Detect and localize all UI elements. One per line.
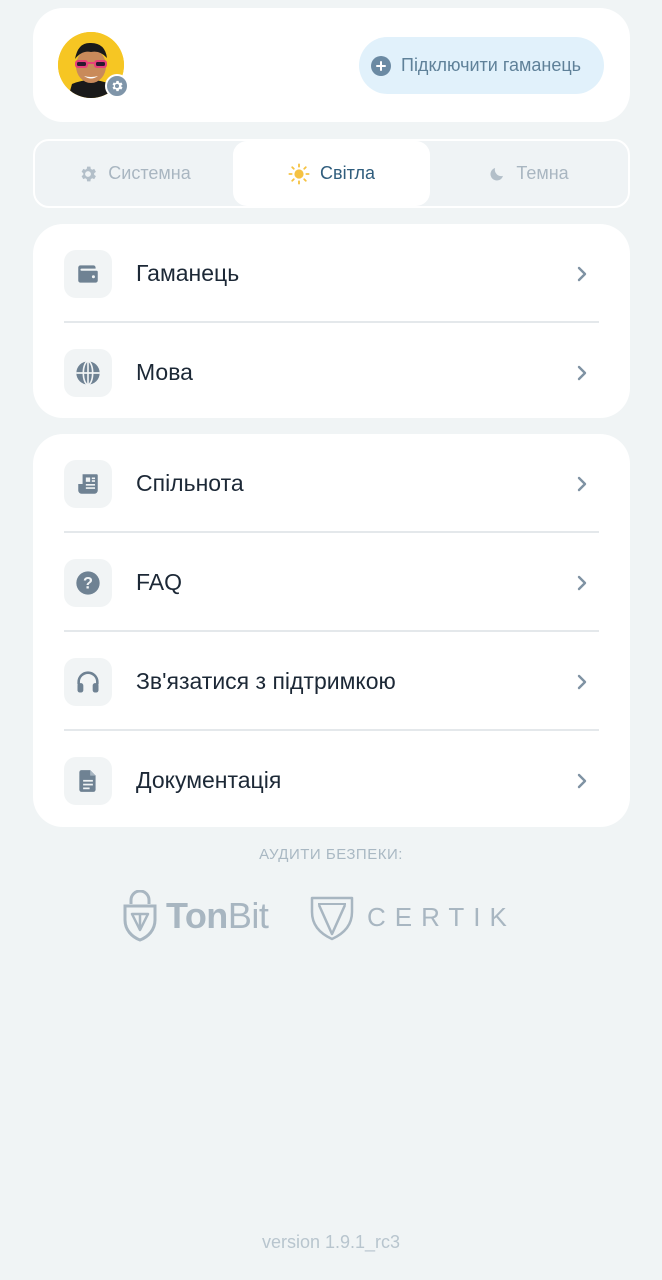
menu-item-label: Спільнота bbox=[136, 470, 244, 496]
security-audit-logos: TonBit CERTIK bbox=[0, 888, 662, 948]
menu-icon-box bbox=[64, 756, 112, 805]
chevron-right-icon bbox=[576, 574, 588, 592]
tonbit-wordmark-light: Bit bbox=[227, 895, 269, 936]
app-version: version 1.9.1_rc3 bbox=[261, 1232, 401, 1252]
theme-option-system[interactable]: Системна bbox=[36, 141, 233, 206]
tonbit-logo[interactable]: TonBit bbox=[122, 890, 269, 942]
connect-wallet-label: Підключити гаманець bbox=[401, 55, 582, 75]
menu-item-faq[interactable]: ? FAQ bbox=[33, 533, 630, 632]
plus-circle-icon bbox=[371, 55, 391, 76]
certik-shield-icon bbox=[310, 896, 354, 941]
menu-icon-box bbox=[64, 249, 112, 298]
globe-icon bbox=[76, 360, 100, 385]
menu-item-label: Мова bbox=[136, 359, 193, 385]
chevron-right-icon bbox=[576, 772, 588, 790]
theme-option-label: Світла bbox=[320, 163, 375, 183]
settings-page: Підключити гаманець Системна Світла Темн… bbox=[0, 0, 662, 1280]
tonbit-wordmark: TonBit bbox=[166, 895, 269, 937]
question-icon: ? bbox=[76, 570, 100, 595]
menu-icon-box bbox=[64, 657, 112, 706]
menu-item-documentation[interactable]: Документація bbox=[33, 731, 630, 830]
menu-group-wallet-language: Гаманець Мова bbox=[33, 224, 630, 418]
newspaper-icon bbox=[78, 473, 98, 494]
tonbit-shield-icon bbox=[123, 890, 157, 942]
chevron-right-icon bbox=[576, 364, 588, 382]
document-icon bbox=[79, 769, 96, 792]
gear-icon bbox=[112, 80, 123, 92]
avatar-settings-badge[interactable] bbox=[105, 74, 129, 98]
menu-item-support[interactable]: Зв'язатися з підтримкою bbox=[33, 632, 630, 731]
menu-icon-box bbox=[64, 459, 112, 508]
theme-option-dark[interactable]: Темна bbox=[430, 141, 627, 206]
security-audits-title: АУДИТИ БЕЗПЕКИ: bbox=[259, 846, 403, 863]
menu-item-label: Зв'язатися з підтримкою bbox=[136, 668, 396, 694]
menu-item-language[interactable]: Мова bbox=[33, 323, 630, 422]
menu-item-label: FAQ bbox=[136, 569, 183, 595]
certik-wordmark: CERTIK bbox=[367, 901, 516, 932]
wallet-icon bbox=[78, 264, 98, 283]
menu-item-wallet[interactable]: Гаманець bbox=[33, 224, 630, 323]
sun-icon bbox=[288, 162, 310, 185]
profile-card: Підключити гаманець bbox=[33, 8, 630, 122]
menu-icon-box bbox=[64, 348, 112, 397]
connect-wallet-button[interactable]: Підключити гаманець bbox=[359, 37, 604, 94]
theme-switch: Системна Світла Темна bbox=[33, 139, 630, 208]
chevron-right-icon bbox=[576, 673, 588, 691]
chevron-right-icon bbox=[576, 475, 588, 493]
chevron-right-icon bbox=[576, 265, 588, 283]
menu-icon-box: ? bbox=[64, 558, 112, 607]
theme-option-light[interactable]: Світла bbox=[233, 141, 430, 206]
svg-text:?: ? bbox=[83, 574, 93, 592]
theme-option-label: Темна bbox=[516, 163, 569, 183]
gear-icon bbox=[81, 166, 97, 181]
headphones-icon bbox=[77, 670, 99, 692]
moon-icon bbox=[490, 167, 504, 181]
tonbit-wordmark-bold: Ton bbox=[166, 895, 228, 936]
certik-logo[interactable]: CERTIK bbox=[309, 892, 516, 942]
menu-item-label: Гаманець bbox=[136, 260, 240, 286]
menu-item-community[interactable]: Спільнота bbox=[33, 434, 630, 533]
menu-group-community-help: Спільнота ? FAQ Зв'язатися з підтримкою … bbox=[33, 434, 630, 827]
theme-option-label: Системна bbox=[108, 163, 191, 183]
menu-item-label: Документація bbox=[136, 767, 282, 793]
